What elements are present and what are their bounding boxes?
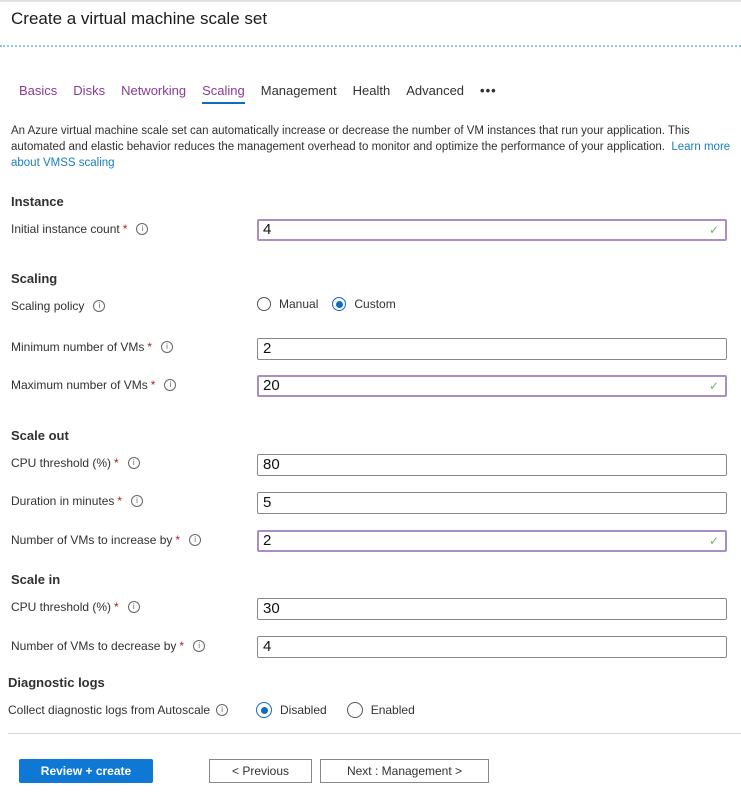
scale-in-decrease-label: Number of VMs to decrease by * i	[11, 639, 206, 653]
valid-check-icon: ✓	[708, 379, 719, 393]
info-icon[interactable]: i	[216, 704, 229, 716]
tab-bar: Basics Disks Networking Scaling Manageme…	[19, 83, 513, 104]
tab-networking[interactable]: Networking	[121, 83, 186, 98]
radio-custom-circle[interactable]	[332, 297, 347, 311]
footer-divider	[8, 733, 741, 734]
radio-enabled-circle[interactable]	[346, 702, 363, 718]
diagnostic-radio-group: Disabled Enabled	[256, 702, 429, 718]
valid-check-icon: ✓	[708, 223, 719, 237]
radio-disabled[interactable]: Disabled	[256, 702, 327, 718]
review-create-button[interactable]: Review + create	[19, 759, 153, 783]
info-icon[interactable]: i	[193, 640, 206, 652]
required-marker: *	[114, 456, 119, 470]
scale-in-cpu-label: CPU threshold (%) * i	[11, 600, 140, 614]
scaling-policy-label: Scaling policy i	[11, 299, 106, 313]
initial-instance-count-label: Initial instance count * i	[11, 222, 149, 236]
scale-out-cpu-label: CPU threshold (%) * i	[11, 456, 140, 470]
scale-out-duration-input[interactable]: 5	[257, 492, 727, 514]
more-tabs-icon[interactable]: •••	[480, 83, 497, 98]
section-instance: Instance	[11, 194, 64, 209]
initial-instance-count-input[interactable]: 4 ✓	[257, 219, 727, 241]
max-vms-input[interactable]: 20 ✓	[257, 375, 727, 397]
tab-advanced[interactable]: Advanced	[406, 83, 464, 98]
radio-disabled-circle[interactable]	[256, 702, 272, 718]
required-marker: *	[150, 378, 156, 392]
scale-out-increase-label: Number of VMs to increase by * i	[11, 533, 202, 547]
scale-out-increase-input[interactable]: 2 ✓	[257, 530, 727, 552]
tab-basics[interactable]: Basics	[19, 83, 57, 98]
tab-disks[interactable]: Disks	[73, 83, 105, 98]
info-icon[interactable]: i	[161, 341, 174, 353]
required-marker: *	[147, 340, 153, 354]
info-icon[interactable]: i	[136, 223, 149, 235]
info-icon[interactable]: i	[127, 601, 140, 613]
section-scaling: Scaling	[11, 271, 58, 286]
page-title: Create a virtual machine scale set	[11, 9, 268, 28]
required-marker: *	[175, 533, 181, 547]
tab-health[interactable]: Health	[353, 83, 391, 98]
min-vms-label: Minimum number of VMs * i	[11, 340, 174, 354]
tab-scaling[interactable]: Scaling	[202, 83, 245, 104]
required-marker: *	[114, 600, 119, 614]
required-marker: *	[122, 222, 128, 236]
scaling-policy-radio-group: Manual Custom	[257, 297, 410, 311]
title-divider	[0, 45, 741, 47]
valid-check-icon: ✓	[708, 534, 719, 548]
radio-manual[interactable]: Manual	[257, 297, 318, 311]
section-diagnostic-logs: Diagnostic logs	[8, 675, 105, 690]
diagnostic-label: Collect diagnostic logs from Autoscale i	[8, 703, 232, 717]
radio-custom[interactable]: Custom	[332, 297, 396, 311]
scale-in-decrease-input[interactable]: 4	[257, 636, 727, 658]
section-scale-in: Scale in	[11, 572, 61, 587]
required-marker: *	[117, 494, 123, 508]
info-icon[interactable]: i	[93, 300, 106, 312]
tab-management[interactable]: Management	[261, 83, 337, 98]
description-text: An Azure virtual machine scale set can a…	[11, 125, 690, 153]
next-management-button[interactable]: Next : Management >	[320, 759, 489, 783]
section-scale-out: Scale out	[11, 428, 69, 443]
top-divider	[0, 0, 741, 2]
info-icon[interactable]: i	[189, 534, 202, 546]
info-icon[interactable]: i	[164, 379, 177, 391]
min-vms-input[interactable]: 2	[257, 338, 727, 360]
radio-manual-circle[interactable]	[257, 297, 271, 311]
radio-enabled[interactable]: Enabled	[346, 702, 415, 718]
info-icon[interactable]: i	[127, 457, 140, 469]
required-marker: *	[179, 639, 185, 653]
max-vms-label: Maximum number of VMs * i	[11, 378, 177, 392]
scale-out-cpu-input[interactable]: 80	[257, 454, 727, 476]
previous-button[interactable]: < Previous	[209, 759, 312, 783]
scale-out-duration-label: Duration in minutes * i	[11, 494, 144, 508]
description: An Azure virtual machine scale set can a…	[11, 123, 731, 171]
info-icon[interactable]: i	[131, 495, 144, 507]
scale-in-cpu-input[interactable]: 30	[257, 598, 727, 620]
